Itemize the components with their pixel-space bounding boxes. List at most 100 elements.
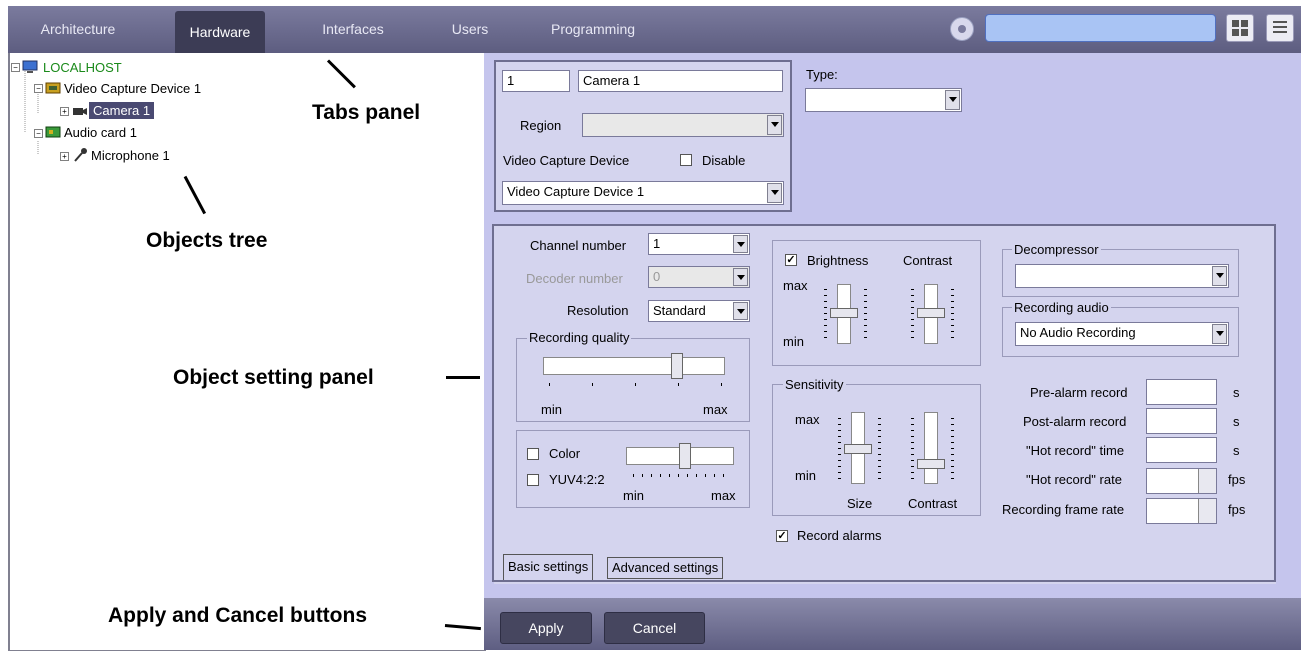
hot-record-rate-field[interactable] (1146, 468, 1217, 494)
camera-name-field[interactable]: Camera 1 (578, 70, 783, 92)
tab-programming[interactable]: Programming (538, 6, 648, 53)
decompressor-select[interactable] (1015, 264, 1229, 288)
tree-node-microphone[interactable]: Microphone 1 (91, 148, 170, 163)
annotation-object-setting-panel: Object setting panel (173, 366, 374, 389)
bc-min-label: min (783, 334, 804, 349)
decompressor-label: Decompressor (1012, 242, 1101, 257)
prealarm-field[interactable] (1146, 379, 1217, 405)
hot-record-time-field[interactable] (1146, 437, 1217, 463)
type-label: Type: (806, 67, 838, 82)
channel-number-select[interactable]: 1 (648, 233, 750, 255)
postalarm-field[interactable] (1146, 408, 1217, 434)
sensitivity-label: Sensitivity (783, 377, 846, 392)
prealarm-label: Pre-alarm record (1030, 385, 1128, 400)
tree-node-audio-card[interactable]: Audio card 1 (64, 125, 137, 140)
record-alarms-checkbox[interactable]: ✓ (776, 530, 788, 542)
recording-quality-label: Recording quality (527, 330, 632, 345)
collapse-toggle[interactable]: − (34, 84, 43, 93)
region-select[interactable] (582, 113, 784, 137)
color-label: Color (549, 446, 581, 461)
collapse-toggle[interactable]: − (11, 63, 20, 72)
contrast-slider[interactable] (917, 308, 945, 318)
tab-users[interactable]: Users (440, 6, 500, 53)
apply-button[interactable]: Apply (500, 612, 592, 644)
size-label: Size (847, 496, 873, 511)
brightness-slider[interactable] (830, 308, 858, 318)
slider-ticks (838, 418, 841, 480)
collapse-toggle[interactable]: − (34, 129, 43, 138)
slider-ticks (549, 383, 722, 386)
sensitivity-contrast-label: Contrast (908, 496, 958, 511)
chevron-down-icon (767, 115, 782, 135)
menu-icon[interactable] (1266, 14, 1294, 42)
sens-min-label: min (795, 468, 816, 483)
color-checkbox[interactable] (527, 448, 539, 460)
resolution-select[interactable]: Standard (648, 300, 750, 322)
prealarm-unit: s (1233, 385, 1240, 400)
tab-hardware[interactable]: Hardware (175, 11, 265, 53)
hot-record-time-unit: s (1233, 443, 1240, 458)
color-max: max (711, 488, 736, 503)
record-alarms-label: Record alarms (797, 528, 882, 543)
disable-label: Disable (702, 153, 746, 168)
annotation-apply-cancel: Apply and Cancel buttons (108, 604, 368, 627)
tab-strip-bg (494, 582, 1276, 584)
tab-basic-settings[interactable]: Basic settings (503, 554, 594, 580)
spinner-icon[interactable] (1198, 499, 1216, 523)
chevron-down-icon (733, 235, 748, 253)
slider-ticks (824, 289, 827, 341)
cancel-button[interactable]: Cancel (604, 612, 705, 644)
annotation-objects-tree: Objects tree (146, 229, 268, 252)
yuv-checkbox[interactable] (527, 474, 539, 486)
expand-toggle[interactable]: + (60, 152, 69, 161)
frame-rate-label: Recording frame rate (1002, 502, 1125, 517)
brightness-checkbox[interactable]: ✓ (785, 254, 797, 266)
annotation-tabs-panel: Tabs panel (312, 101, 421, 124)
tab-advanced-settings[interactable]: Advanced settings (607, 557, 724, 579)
slider-ticks (633, 474, 731, 477)
chevron-down-icon (1212, 324, 1227, 344)
computer-icon (22, 60, 38, 74)
microphone-icon (72, 147, 88, 162)
tree-node-localhost[interactable]: LOCALHOST (43, 60, 122, 75)
type-select[interactable] (805, 88, 962, 112)
tree-node-camera[interactable]: Camera 1 (89, 102, 155, 119)
video-capture-device-label: Video Capture Device (503, 153, 630, 168)
expand-toggle[interactable]: + (60, 107, 69, 116)
sens-max-label: max (795, 412, 820, 427)
frame-rate-unit: fps (1228, 502, 1246, 517)
recording-quality-min: min (541, 402, 562, 417)
size-slider[interactable] (844, 444, 872, 454)
video-card-icon (45, 81, 61, 95)
contrast-label: Contrast (903, 253, 953, 268)
hot-record-time-label: "Hot record" time (1026, 443, 1125, 458)
video-capture-device-select[interactable]: Video Capture Device 1 (502, 181, 784, 205)
disable-checkbox[interactable] (680, 154, 692, 166)
slider-ticks (864, 289, 867, 341)
chevron-down-icon (767, 183, 782, 203)
frame-rate-field[interactable] (1146, 498, 1217, 524)
audio-card-icon (45, 125, 61, 139)
slider-ticks (951, 289, 954, 341)
recording-quality-track (543, 357, 725, 375)
decoder-number-label: Decoder number (526, 271, 623, 286)
yuv-label: YUV4:2:2 (549, 472, 605, 487)
recording-audio-select[interactable]: No Audio Recording (1015, 322, 1229, 346)
tab-architecture[interactable]: Architecture (28, 6, 128, 53)
postalarm-unit: s (1233, 414, 1240, 429)
grid-layout-icon[interactable] (1226, 14, 1254, 42)
camera-id-field[interactable]: 1 (502, 70, 570, 92)
search-input[interactable] (985, 14, 1216, 42)
sensitivity-contrast-slider[interactable] (917, 459, 945, 469)
gear-icon[interactable] (950, 17, 974, 41)
bc-max-label: max (783, 278, 808, 293)
decoder-number-select[interactable]: 0 (648, 266, 750, 288)
recording-quality-slider[interactable] (670, 353, 683, 379)
slider-ticks (911, 289, 914, 341)
slider-ticks (951, 418, 954, 480)
hot-record-rate-label: "Hot record" rate (1026, 472, 1122, 487)
color-slider[interactable] (678, 443, 691, 469)
tab-interfaces[interactable]: Interfaces (308, 6, 398, 53)
spinner-icon[interactable] (1198, 469, 1216, 493)
tree-node-video-capture-device[interactable]: Video Capture Device 1 (64, 81, 201, 96)
